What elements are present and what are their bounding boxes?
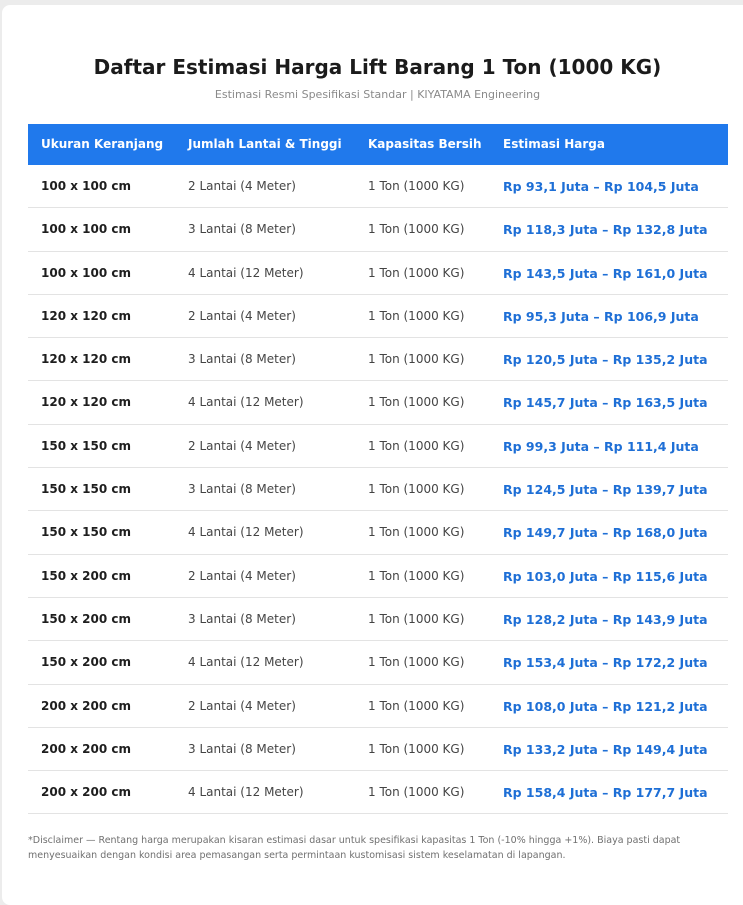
cell-capacity: 1 Ton (1000 KG) <box>368 308 465 323</box>
cell-floors: 3 Lantai (8 Meter) <box>188 741 296 756</box>
cell-floors: 2 Lantai (4 Meter) <box>188 308 296 323</box>
cell-capacity: 1 Ton (1000 KG) <box>368 525 465 540</box>
cell-size: 200 x 200 cm <box>41 785 131 800</box>
table-row: 150 x 200 cm 3 Lantai (8 Meter) 1 Ton (100… <box>28 598 728 642</box>
column-header-capacity: Kapasitas Bersih <box>368 137 482 151</box>
table-row: 150 x 150 cm 4 Lantai (12 Meter) 1 Ton (10… <box>28 511 728 555</box>
cell-capacity: 1 Ton (1000 KG) <box>368 568 465 583</box>
cell-price: Rp 145,7 Juta – Rp 163,5 Juta <box>503 395 708 411</box>
cell-floors: 4 Lantai (12 Meter) <box>188 525 304 540</box>
cell-size: 150 x 200 cm <box>41 568 131 583</box>
column-header-floors: Jumlah Lantai & Tinggi <box>188 137 342 151</box>
column-header-size: Ukuran Keranjang <box>41 137 164 151</box>
cell-size: 150 x 200 cm <box>41 611 131 626</box>
cell-floors: 2 Lantai (4 Meter) <box>188 698 296 713</box>
cell-capacity: 1 Ton (1000 KG) <box>368 655 465 670</box>
cell-size: 200 x 200 cm <box>41 741 131 756</box>
cell-floors: 2 Lantai (4 Meter) <box>188 568 296 583</box>
table-row: 200 x 200 cm 4 Lantai (12 Meter) 1 Ton (10… <box>28 771 728 815</box>
table-header: Ukuran Keranjang Jumlah Lantai & Tinggi … <box>28 124 728 165</box>
cell-size: 100 x 100 cm <box>41 222 131 237</box>
table-body: 100 x 100 cm 2 Lantai (4 Meter) 1 Ton (100… <box>28 165 728 815</box>
cell-floors: 2 Lantai (4 Meter) <box>188 438 296 453</box>
table-row: 120 x 120 cm 3 Lantai (8 Meter) 1 Ton (100… <box>28 338 728 382</box>
disclaimer-note: *Disclaimer — Rentang harga merupakan ki… <box>28 835 681 861</box>
cell-floors: 3 Lantai (8 Meter) <box>188 352 296 367</box>
cell-capacity: 1 Ton (1000 KG) <box>368 698 465 713</box>
page-subtitle: Estimasi Resmi Spesifikasi Standar | KIY… <box>214 88 541 101</box>
cell-floors: 3 Lantai (8 Meter) <box>188 611 296 626</box>
cell-size: 120 x 120 cm <box>41 308 131 323</box>
column-header-price: Estimasi Harga <box>503 137 605 151</box>
cell-size: 100 x 100 cm <box>41 179 131 193</box>
cell-floors: 4 Lantai (12 Meter) <box>188 265 304 280</box>
cell-size: 150 x 150 cm <box>41 438 131 453</box>
table-row: 100 x 100 cm 4 Lantai (12 Meter) 1 Ton (10… <box>28 252 728 295</box>
table-row: 150 x 150 cm 2 Lantai (4 Meter) 1 Ton (100… <box>28 425 728 469</box>
cell-size: 200 x 200 cm <box>41 698 131 713</box>
table-row: 200 x 200 cm 3 Lantai (8 Meter) 1 Ton (100… <box>28 728 728 772</box>
page-title: Daftar Estimasi Harga Lift Barang 1 Ton … <box>93 55 662 79</box>
cell-size: 150 x 150 cm <box>41 482 131 497</box>
cell-floors: 4 Lantai (12 Meter) <box>188 785 304 800</box>
cell-capacity: 1 Ton (1000 KG) <box>368 438 465 453</box>
cell-size: 100 x 100 cm <box>41 265 131 280</box>
cell-floors: 3 Lantai (8 Meter) <box>188 222 296 237</box>
table-row: 200 x 200 cm 2 Lantai (4 Meter) 1 Ton (100… <box>28 685 728 728</box>
table-row: 150 x 200 cm 4 Lantai (12 Meter) 1 Ton (10… <box>28 641 728 685</box>
cell-capacity: 1 Ton (1000 KG) <box>368 352 465 367</box>
price-list-card: Daftar Estimasi Harga Lift Barang 1 Ton … <box>2 5 743 905</box>
cell-price: Rp 153,4 Juta – Rp 172,2 Juta <box>503 655 708 671</box>
cell-floors: 3 Lantai (8 Meter) <box>188 482 296 497</box>
cell-price: Rp 124,5 Juta – Rp 139,7 Juta <box>503 482 708 498</box>
cell-price: Rp 108,0 Juta – Rp 121,2 Juta <box>503 698 708 714</box>
cell-price: Rp 99,3 Juta – Rp 111,4 Juta <box>503 438 699 454</box>
cell-capacity: 1 Ton (1000 KG) <box>368 741 465 756</box>
table-row: 100 x 100 cm 3 Lantai (8 Meter) 1 Ton (100… <box>28 208 728 252</box>
cell-size: 120 x 120 cm <box>41 395 131 410</box>
cell-capacity: 1 Ton (1000 KG) <box>368 395 465 410</box>
cell-capacity: 1 Ton (1000 KG) <box>368 611 465 626</box>
cell-size: 150 x 200 cm <box>41 655 131 670</box>
cell-floors: 4 Lantai (12 Meter) <box>188 655 304 670</box>
cell-capacity: 1 Ton (1000 KG) <box>368 222 465 237</box>
cell-size: 120 x 120 cm <box>41 352 131 367</box>
cell-price: Rp 93,1 Juta – Rp 104,5 Juta <box>503 179 699 194</box>
table-row: 120 x 120 cm 2 Lantai (4 Meter) 1 Ton (100… <box>28 295 728 339</box>
cell-price: Rp 133,2 Juta – Rp 149,4 Juta <box>503 741 708 757</box>
cell-price: Rp 128,2 Juta – Rp 143,9 Juta <box>503 611 708 627</box>
cell-capacity: 1 Ton (1000 KG) <box>368 482 465 497</box>
cell-price: Rp 118,3 Juta – Rp 132,8 Juta <box>503 222 708 238</box>
cell-price: Rp 120,5 Juta – Rp 135,2 Juta <box>503 352 708 368</box>
cell-size: 150 x 150 cm <box>41 525 131 540</box>
price-table: Ukuran Keranjang Jumlah Lantai & Tinggi … <box>28 124 728 815</box>
table-row: 150 x 150 cm 3 Lantai (8 Meter) 1 Ton (100… <box>28 468 728 512</box>
table-row: 150 x 200 cm 2 Lantai (4 Meter) 1 Ton (100… <box>28 555 728 598</box>
cell-capacity: 1 Ton (1000 KG) <box>368 179 465 193</box>
cell-floors: 2 Lantai (4 Meter) <box>188 179 296 193</box>
cell-price: Rp 143,5 Juta – Rp 161,0 Juta <box>503 265 708 281</box>
cell-price: Rp 158,4 Juta – Rp 177,7 Juta <box>503 785 708 801</box>
table-row: 120 x 120 cm 4 Lantai (12 Meter) 1 Ton (10… <box>28 381 728 425</box>
cell-capacity: 1 Ton (1000 KG) <box>368 785 465 800</box>
cell-price: Rp 149,7 Juta – Rp 168,0 Juta <box>503 525 708 541</box>
cell-price: Rp 95,3 Juta – Rp 106,9 Juta <box>503 308 699 324</box>
cell-price: Rp 103,0 Juta – Rp 115,6 Juta <box>503 568 708 584</box>
cell-capacity: 1 Ton (1000 KG) <box>368 265 465 280</box>
cell-floors: 4 Lantai (12 Meter) <box>188 395 304 410</box>
table-row: 100 x 100 cm 2 Lantai (4 Meter) 1 Ton (100… <box>28 165 728 209</box>
